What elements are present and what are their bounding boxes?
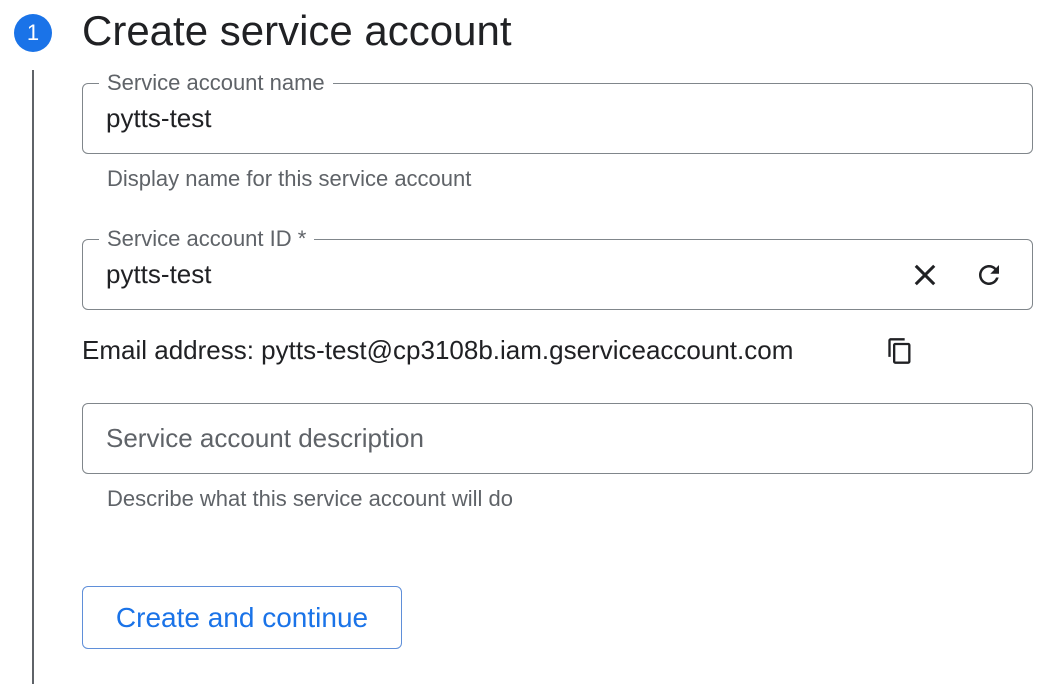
step-number: 1	[26, 20, 40, 45]
service-account-id-input[interactable]: pytts-test	[106, 258, 211, 290]
close-icon	[914, 264, 936, 286]
service-account-description-input[interactable]: Service account description	[106, 422, 424, 454]
service-account-name-field[interactable]: Service account name pytts-test	[82, 70, 1033, 154]
email-address-text: Email address: pytts-test@cp3108b.iam.gs…	[82, 335, 794, 365]
refresh-icon	[979, 265, 999, 285]
create-and-continue-button[interactable]: Create and continue	[82, 586, 402, 649]
service-account-id-field[interactable]: Service account ID * pytts-test	[82, 226, 1033, 310]
service-account-name-label: Service account name	[99, 70, 333, 96]
step-number-badge: 1	[14, 14, 52, 52]
service-account-name-input[interactable]: pytts-test	[106, 102, 211, 134]
service-account-description-hint: Describe what this service account will …	[107, 486, 513, 511]
copy-icon	[888, 338, 911, 364]
step-connector-line	[32, 70, 34, 684]
copy-email-button[interactable]	[880, 331, 920, 371]
create-service-account-step: 1 Create service account Service account…	[0, 0, 1060, 684]
regenerate-id-button[interactable]	[969, 255, 1009, 295]
clear-id-button[interactable]	[905, 255, 945, 295]
service-account-id-label: Service account ID *	[99, 226, 315, 252]
service-account-name-hint: Display name for this service account	[107, 166, 472, 191]
service-account-description-field[interactable]: Service account description	[82, 403, 1033, 474]
step-title: Create service account	[82, 7, 512, 54]
